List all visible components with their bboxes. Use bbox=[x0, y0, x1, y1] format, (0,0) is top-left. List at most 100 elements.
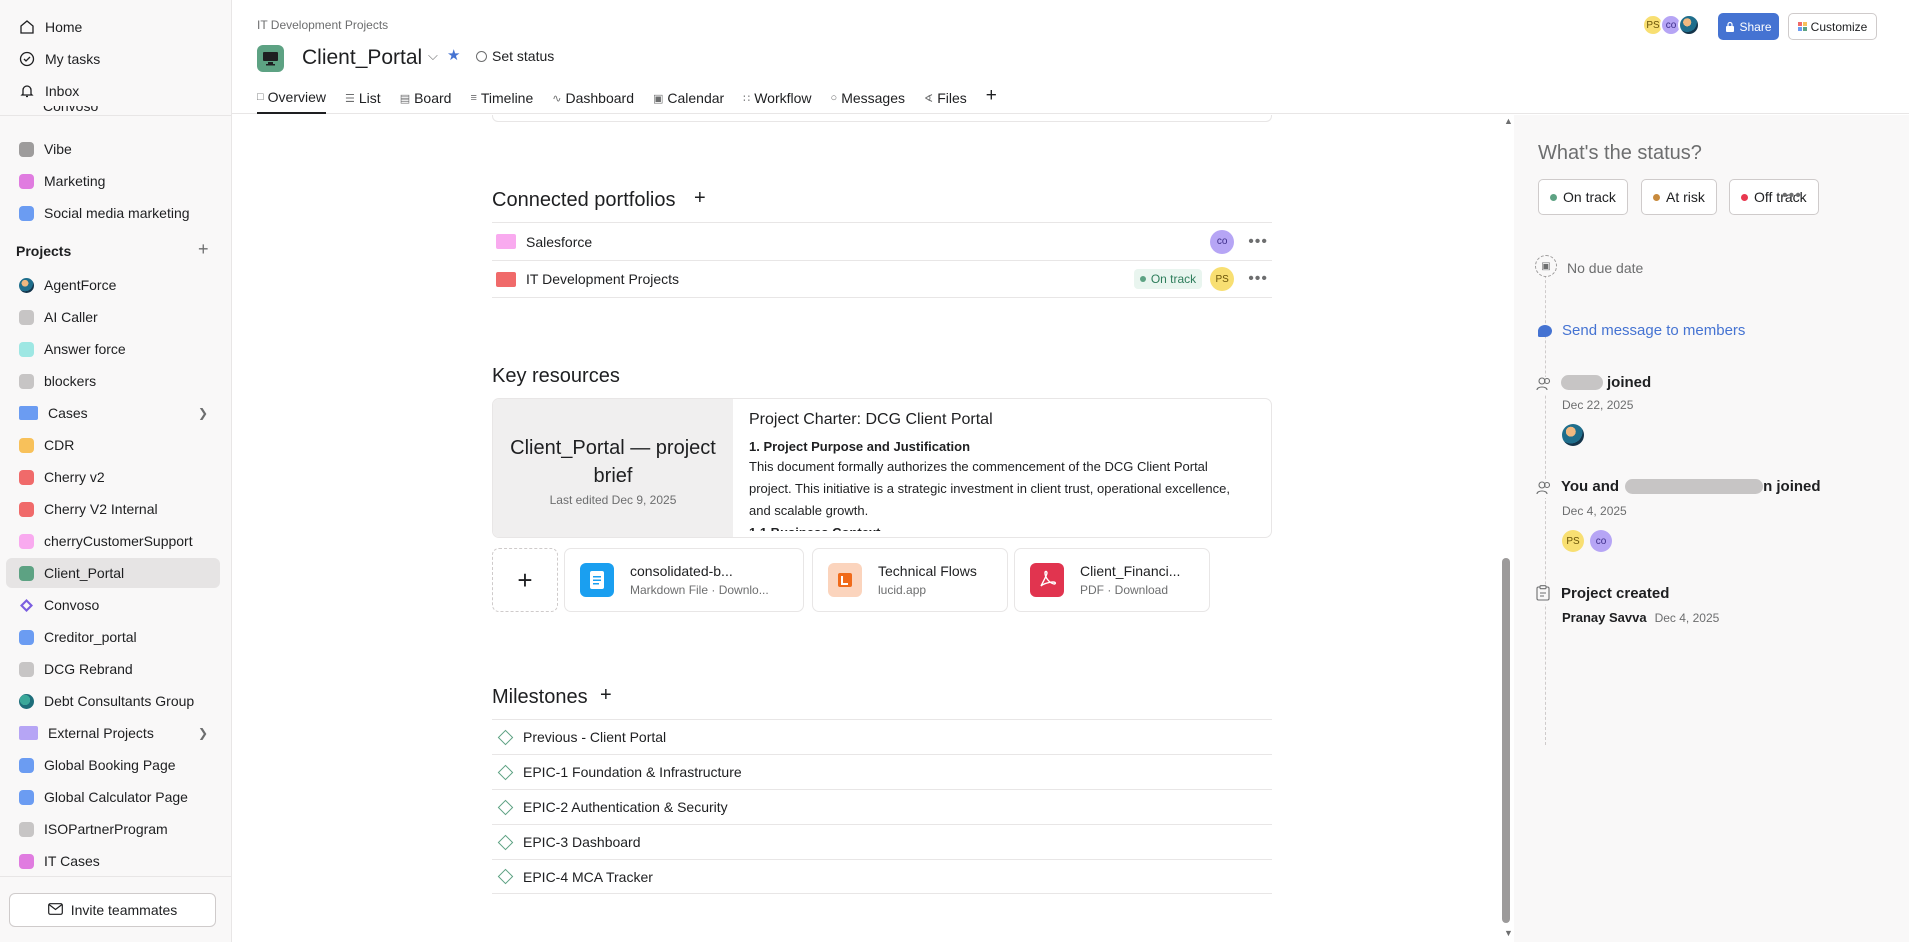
on-track-button[interactable]: On track bbox=[1538, 179, 1628, 215]
at-risk-button[interactable]: At risk bbox=[1641, 179, 1717, 215]
milestone-row[interactable]: EPIC-3 Dashboard bbox=[492, 824, 1272, 859]
sidebar-item-debt-consultants-group[interactable]: Debt Consultants Group bbox=[6, 686, 220, 716]
add-milestone-icon[interactable]: + bbox=[600, 684, 612, 707]
sidebar-item-cases[interactable]: Cases ❯ bbox=[6, 398, 220, 428]
more-options-icon[interactable]: ••• bbox=[1248, 270, 1268, 288]
lucid-icon bbox=[828, 563, 862, 597]
more-options-icon[interactable]: ••• bbox=[1782, 187, 1802, 205]
add-portfolio-icon[interactable]: + bbox=[694, 187, 706, 210]
breadcrumb[interactable]: IT Development Projects bbox=[257, 18, 388, 32]
sidebar-item-cherry-v2[interactable]: Cherry v2 bbox=[6, 462, 220, 492]
sidebar-item-label: DCG Rebrand bbox=[44, 661, 133, 677]
share-button[interactable]: Share bbox=[1718, 13, 1779, 40]
tab-calendar[interactable]: ▣ Calendar bbox=[653, 82, 724, 114]
milestone-name: EPIC-2 Authentication & Security bbox=[523, 799, 728, 815]
bell-icon bbox=[18, 82, 36, 100]
sidebar-item-iso-partner-program[interactable]: ISOPartnerProgram bbox=[6, 814, 220, 844]
pdf-icon bbox=[1030, 563, 1064, 597]
connected-portfolios-title: Connected portfolios bbox=[492, 189, 676, 211]
sidebar-item-label: AgentForce bbox=[44, 277, 117, 293]
milestone-diamond-icon[interactable] bbox=[497, 764, 514, 780]
sidebar-item-global-calculator-page[interactable]: Global Calculator Page bbox=[6, 782, 220, 812]
sidebar-item-client-portal[interactable]: Client_Portal bbox=[6, 558, 220, 588]
sidebar-item-social-media-marketing[interactable]: Social media marketing bbox=[6, 198, 220, 228]
sidebar-item-external-projects[interactable]: External Projects ❯ bbox=[6, 718, 220, 748]
send-message-button[interactable]: Send message to members bbox=[1538, 322, 1745, 339]
tab-messages[interactable]: ○ Messages bbox=[831, 82, 905, 114]
more-options-icon[interactable]: ••• bbox=[1248, 233, 1268, 251]
list-icon: ☰ bbox=[345, 92, 355, 105]
sidebar-item-vibe[interactable]: Vibe bbox=[6, 134, 220, 164]
member-avatars[interactable]: PS co bbox=[1642, 14, 1700, 36]
sidebar-item-blockers[interactable]: blockers bbox=[6, 366, 220, 396]
project-icon[interactable] bbox=[257, 45, 284, 72]
tab-dashboard[interactable]: ∿ Dashboard bbox=[552, 82, 634, 114]
sidebar-item-label: blockers bbox=[44, 373, 97, 389]
add-resource-button[interactable]: + bbox=[492, 548, 558, 612]
milestone-row[interactable]: EPIC-2 Authentication & Security bbox=[492, 789, 1272, 824]
sidebar-item-creditor-portal[interactable]: Creditor_portal bbox=[6, 622, 220, 652]
set-status-button[interactable]: Set status bbox=[476, 48, 554, 64]
sidebar-item-dcg-rebrand[interactable]: DCG Rebrand bbox=[6, 654, 220, 684]
portfolio-row-it-development-projects[interactable]: IT Development Projects On track PS ••• bbox=[492, 260, 1272, 298]
milestone-diamond-icon[interactable] bbox=[497, 834, 514, 850]
add-project-icon[interactable]: + bbox=[198, 239, 209, 260]
chevron-down-icon[interactable]: ⌵ bbox=[428, 48, 438, 64]
avatar[interactable]: co bbox=[1590, 530, 1612, 552]
avatar[interactable]: PS bbox=[1562, 530, 1584, 552]
chevron-right-icon[interactable]: ❯ bbox=[198, 406, 208, 420]
brief-cut-heading: 1.1 Business Context bbox=[749, 522, 1249, 531]
milestone-diamond-icon[interactable] bbox=[497, 729, 514, 745]
sidebar-item-ai-caller[interactable]: AI Caller bbox=[6, 302, 220, 332]
tab-overview[interactable]: □ Overview bbox=[257, 82, 327, 114]
calendar-icon[interactable]: ▣ bbox=[1535, 255, 1557, 277]
add-tab-icon[interactable]: + bbox=[986, 80, 997, 112]
scrollbar-thumb[interactable] bbox=[1502, 558, 1510, 923]
off-track-button[interactable]: Off track bbox=[1729, 179, 1819, 215]
sidebar-item-label: cherryCustomerSupport bbox=[44, 533, 193, 549]
sidebar-item-cherry-v2-internal[interactable]: Cherry V2 Internal bbox=[6, 494, 220, 524]
sidebar-item-agentforce[interactable]: AgentForce bbox=[6, 270, 220, 300]
resource-file-markdown[interactable]: consolidated-b... Markdown File · Downlo… bbox=[564, 548, 804, 612]
event-author[interactable]: Pranay Savva bbox=[1562, 610, 1647, 625]
sidebar-item-convoso[interactable]: Convoso bbox=[6, 590, 220, 620]
resource-file-pdf[interactable]: Client_Financi... PDF · Download bbox=[1014, 548, 1210, 612]
tab-timeline[interactable]: ≡ Timeline bbox=[470, 82, 533, 114]
invite-teammates-button[interactable]: Invite teammates bbox=[9, 893, 216, 927]
star-icon[interactable]: ★ bbox=[447, 46, 460, 64]
tab-board[interactable]: ▤ Board bbox=[400, 82, 452, 114]
tab-list[interactable]: ☰ List bbox=[345, 82, 381, 114]
chevron-right-icon[interactable]: ❯ bbox=[198, 726, 208, 740]
project-brief-card[interactable]: Client_Portal — project brief Last edite… bbox=[492, 398, 1272, 538]
milestone-row[interactable]: EPIC-1 Foundation & Infrastructure bbox=[492, 754, 1272, 789]
milestone-diamond-icon[interactable] bbox=[497, 799, 514, 815]
milestone-row[interactable]: EPIC-4 MCA Tracker bbox=[492, 859, 1272, 894]
sidebar-item-cdr[interactable]: CDR bbox=[6, 430, 220, 460]
sidebar-item-my-tasks[interactable]: My tasks bbox=[10, 44, 220, 74]
sidebar-item-cherry-customer-support[interactable]: cherryCustomerSupport bbox=[6, 526, 220, 556]
sidebar-item-answer-force[interactable]: Answer force bbox=[6, 334, 220, 364]
project-color-square bbox=[19, 309, 34, 325]
sidebar-item-home[interactable]: Home bbox=[10, 12, 220, 42]
sidebar-item-inbox[interactable]: Inbox bbox=[10, 76, 220, 106]
sidebar-item-global-booking-page[interactable]: Global Booking Page bbox=[6, 750, 220, 780]
sidebar-item-it-cases[interactable]: IT Cases bbox=[6, 846, 220, 876]
milestone-diamond-icon[interactable] bbox=[497, 868, 514, 885]
sidebar-item-marketing[interactable]: Marketing bbox=[6, 166, 220, 196]
customize-button[interactable]: Customize bbox=[1788, 13, 1877, 40]
brief-last-edited: Last edited Dec 9, 2025 bbox=[549, 493, 677, 507]
avatar[interactable] bbox=[1562, 424, 1584, 446]
event-avatars: PS co bbox=[1562, 530, 1618, 552]
projects-section-title[interactable]: Projects bbox=[16, 243, 71, 259]
resource-file-lucid[interactable]: Technical Flows lucid.app bbox=[812, 548, 1008, 612]
markdown-file-icon bbox=[580, 563, 614, 597]
milestone-row[interactable]: Previous - Client Portal bbox=[492, 719, 1272, 754]
tab-files[interactable]: ∢ Files bbox=[924, 82, 967, 114]
board-icon: ▤ bbox=[399, 92, 411, 105]
tab-workflow[interactable]: ∷ Workflow bbox=[743, 82, 811, 114]
scroll-up-arrow-icon[interactable]: ▲ bbox=[1504, 116, 1513, 126]
portfolio-row-salesforce[interactable]: Salesforce co ••• bbox=[492, 222, 1272, 260]
scroll-down-arrow-icon[interactable]: ▼ bbox=[1504, 928, 1513, 938]
page-title: Client_Portal bbox=[302, 46, 423, 69]
due-date-label[interactable]: No due date bbox=[1567, 260, 1643, 276]
